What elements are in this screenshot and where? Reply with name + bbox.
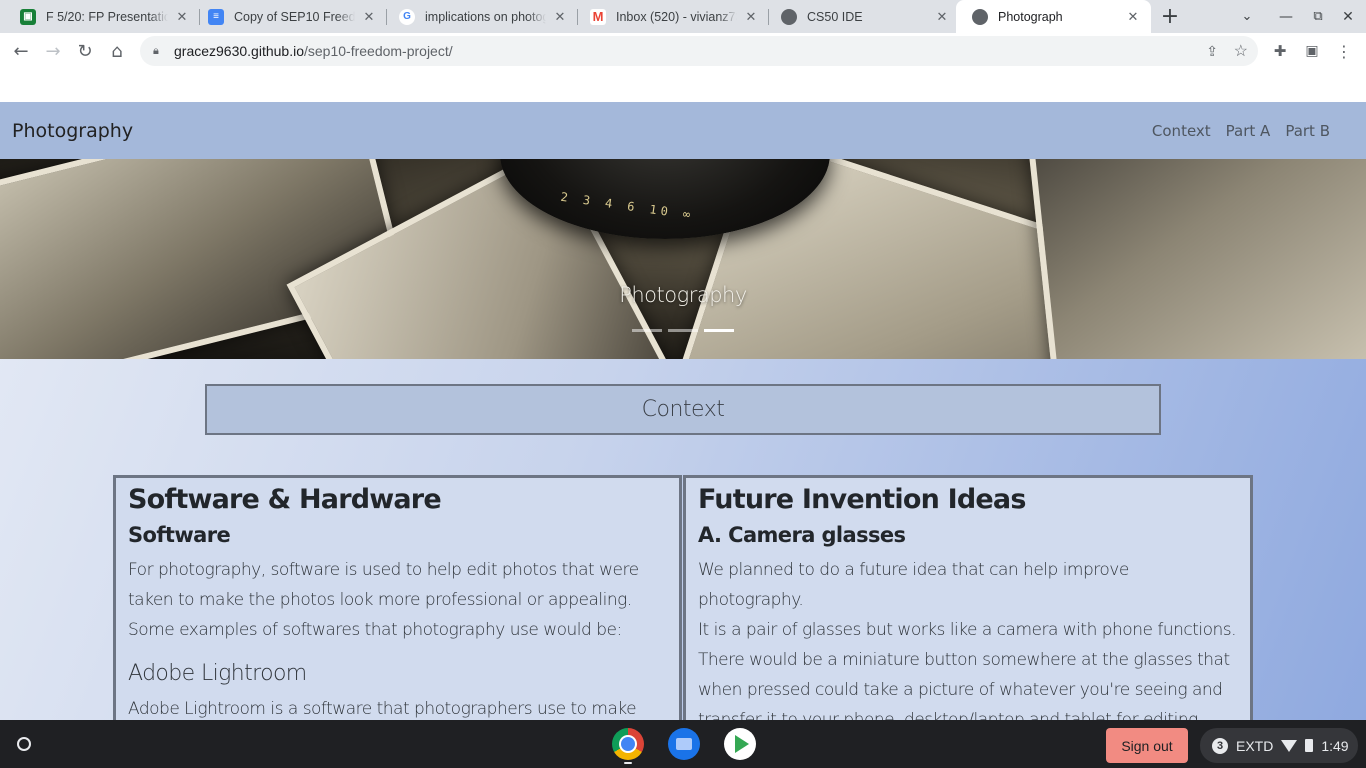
carousel-indicators	[632, 329, 734, 332]
share-icon[interactable]: ⇪	[1206, 43, 1218, 60]
google-docs-icon: ≡	[208, 8, 224, 25]
restore-icon[interactable]: ⧉	[1303, 0, 1333, 33]
gmail-icon: M	[590, 8, 606, 25]
url-host: gracez9630.github.io	[174, 43, 304, 59]
google-icon: G	[399, 8, 415, 25]
site-brand[interactable]: Photography	[12, 120, 133, 142]
close-icon[interactable]: ✕	[934, 9, 950, 25]
card-line-3: There would be a miniature button somewh…	[698, 650, 1230, 720]
close-icon[interactable]: ✕	[174, 9, 190, 25]
card-subtitle: Software	[128, 523, 231, 547]
notification-badge: 3	[1212, 737, 1228, 754]
chrome-app-icon[interactable]	[612, 728, 644, 760]
future-invention-card: Future Invention Ideas A. Camera glasses…	[683, 475, 1253, 720]
page-top-gap	[0, 70, 1366, 102]
back-icon[interactable]: ←	[6, 37, 36, 65]
web-page: Photography Context Part A Part B 2 3 4 …	[0, 70, 1366, 720]
tab-title: Copy of SEP10 Freedom	[234, 9, 355, 24]
carousel-indicator-2[interactable]	[668, 329, 698, 332]
tab-4[interactable]: M Inbox (520) - vivianz73 ✕	[574, 0, 769, 33]
clock: 1:49	[1321, 737, 1349, 754]
site-navbar: Photography Context Part A Part B	[0, 102, 1366, 159]
card-subtitle: A. Camera glasses	[698, 523, 906, 547]
nav-link-part-b[interactable]: Part B	[1285, 122, 1330, 140]
carousel-indicator-3-active[interactable]	[704, 329, 734, 332]
bookmark-star-icon[interactable]: ☆	[1234, 41, 1248, 61]
tab-title: Inbox (520) - vivianz73	[616, 9, 737, 24]
tab-5[interactable]: CS50 IDE ✕	[765, 0, 960, 33]
hero-carousel: 2 3 4 6 10 ∞ Photography	[0, 159, 1366, 359]
card-line-1: We planned to do a future idea that can …	[698, 560, 1129, 610]
reload-icon[interactable]: ↻	[70, 37, 100, 65]
tab-title: F 5/20: FP Presentation	[46, 9, 168, 24]
extensions-icon[interactable]: ✚	[1265, 37, 1295, 65]
globe-icon	[972, 8, 988, 25]
card-paragraph-cut: Adobe Lightroom is a software that photo…	[128, 699, 637, 719]
hero-caption: Photography	[619, 283, 747, 307]
software-hardware-card: Software & Hardware Software For photogr…	[113, 475, 682, 720]
context-heading-box: Context	[205, 384, 1161, 435]
card-line-2: It is a pair of glasses but works like a…	[698, 620, 1237, 640]
tab-title: Photograph	[998, 9, 1063, 24]
tab-search-chevron-icon[interactable]: ⌄	[1232, 0, 1262, 33]
url-path: /sep10-freedom-project/	[304, 43, 453, 59]
card-paragraph: For photography, software is used to hel…	[128, 560, 639, 640]
status-tray[interactable]: 3 EXTD 1:49	[1200, 728, 1358, 763]
tab-title: implications on photography	[425, 9, 546, 24]
display-mode-label: EXTD	[1236, 737, 1274, 754]
browser-toolbar: ← → ↻ ⌂ 🔒︎ gracez9630.github.io/sep10-fr…	[0, 33, 1366, 70]
sign-out-button[interactable]: Sign out	[1106, 728, 1188, 763]
tab-2[interactable]: ≡ Copy of SEP10 Freedom ✕	[192, 0, 387, 33]
forward-icon[interactable]: →	[38, 37, 68, 65]
launcher-icon[interactable]	[10, 730, 38, 758]
site-nav-links: Context Part A Part B	[1152, 122, 1330, 140]
card-title: Future Invention Ideas	[698, 484, 1026, 515]
google-classroom-icon: ▣	[20, 8, 36, 25]
hero-photo-boy	[1027, 159, 1366, 359]
os-shelf: Sign out 3 EXTD 1:49	[0, 720, 1366, 768]
new-tab-icon[interactable]: +	[1155, 0, 1185, 33]
tab-strip: ▣ F 5/20: FP Presentation ✕ ≡ Copy of SE…	[0, 0, 1366, 33]
play-store-icon[interactable]	[724, 728, 756, 760]
lock-icon: 🔒︎	[153, 44, 159, 57]
tab-title: CS50 IDE	[807, 9, 863, 24]
close-icon[interactable]: ✕	[743, 9, 759, 25]
running-indicator	[624, 762, 632, 764]
nav-link-context[interactable]: Context	[1152, 122, 1211, 140]
window-close-icon[interactable]: ✕	[1333, 0, 1363, 33]
close-icon[interactable]: ✕	[552, 9, 568, 25]
wifi-icon	[1281, 739, 1298, 752]
tab-6-active[interactable]: Photograph ✕	[956, 0, 1151, 33]
tab-1[interactable]: ▣ F 5/20: FP Presentation ✕	[4, 0, 200, 33]
card-title: Software & Hardware	[128, 484, 442, 515]
close-icon[interactable]: ✕	[1125, 9, 1141, 25]
battery-icon	[1305, 739, 1314, 752]
nav-link-part-a[interactable]: Part A	[1226, 122, 1271, 140]
address-bar[interactable]: 🔒︎ gracez9630.github.io/sep10-freedom-pr…	[140, 36, 1258, 66]
card-subhead: Adobe Lightroom	[128, 661, 307, 686]
tab-3[interactable]: G implications on photography ✕	[383, 0, 578, 33]
carousel-indicator-1[interactable]	[632, 329, 662, 332]
globe-icon	[781, 8, 797, 25]
home-icon[interactable]: ⌂	[102, 37, 132, 65]
close-icon[interactable]: ✕	[361, 9, 377, 25]
files-app-icon[interactable]	[668, 728, 700, 760]
menu-kebab-icon[interactable]: ⋮	[1329, 37, 1359, 65]
side-panel-icon[interactable]: ▣	[1297, 37, 1327, 65]
minimize-icon[interactable]: —	[1271, 0, 1301, 33]
